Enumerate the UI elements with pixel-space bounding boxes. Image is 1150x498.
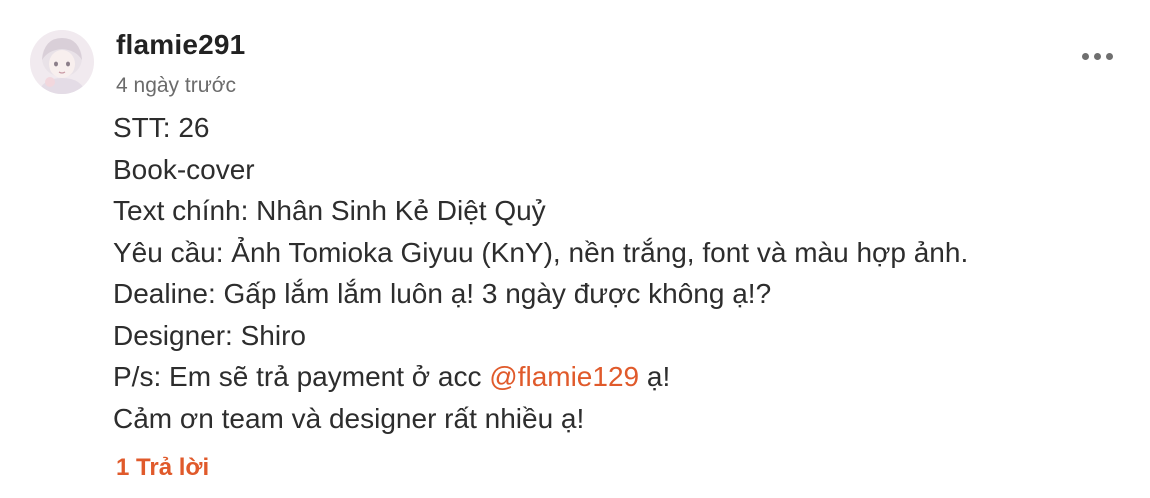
comment-author[interactable]: flamie291 — [116, 28, 245, 62]
user-mention-link[interactable]: @flamie129 — [489, 361, 639, 392]
more-horizontal-icon — [1093, 52, 1101, 60]
comment-line-designer: Designer: Shiro — [113, 319, 306, 351]
view-replies-link[interactable]: 1 Trả lời — [116, 452, 209, 484]
avatar-image — [30, 30, 94, 94]
more-horizontal-icon — [1081, 52, 1089, 60]
more-horizontal-icon — [1105, 52, 1113, 60]
comment-card: flamie291 4 ngày trước STT: 26 Book-cove… — [0, 0, 1150, 498]
avatar[interactable] — [30, 30, 94, 94]
more-options-button[interactable] — [1074, 42, 1120, 70]
comment-timestamp: 4 ngày trước — [116, 74, 237, 97]
ps-prefix: P/s: Em sẽ trả payment ở acc — [113, 361, 490, 392]
comment-line-deadline: Dealine: Gấp lắm lắm luôn ạ! 3 ngày được… — [113, 278, 772, 309]
comment-line-request: Yêu cầu: Ảnh Tomioka Giyuu (KnY), nền tr… — [113, 236, 969, 268]
comment-line-stt: STT: 26 — [113, 112, 210, 143]
comment-line-thanks: Cảm ơn team và designer rất nhiều ạ! — [113, 402, 585, 434]
comment-line-type: Book-cover — [113, 153, 255, 185]
ps-suffix: ạ! — [639, 361, 671, 392]
comment-line-ps: P/s: Em sẽ trả payment ở acc @flamie129 … — [113, 356, 1113, 398]
comment-line-main-text: Text chính: Nhân Sinh Kẻ Diệt Quỷ — [113, 195, 546, 226]
comment-body: STT: 26 Book-cover Text chính: Nhân Sinh… — [113, 107, 1113, 439]
